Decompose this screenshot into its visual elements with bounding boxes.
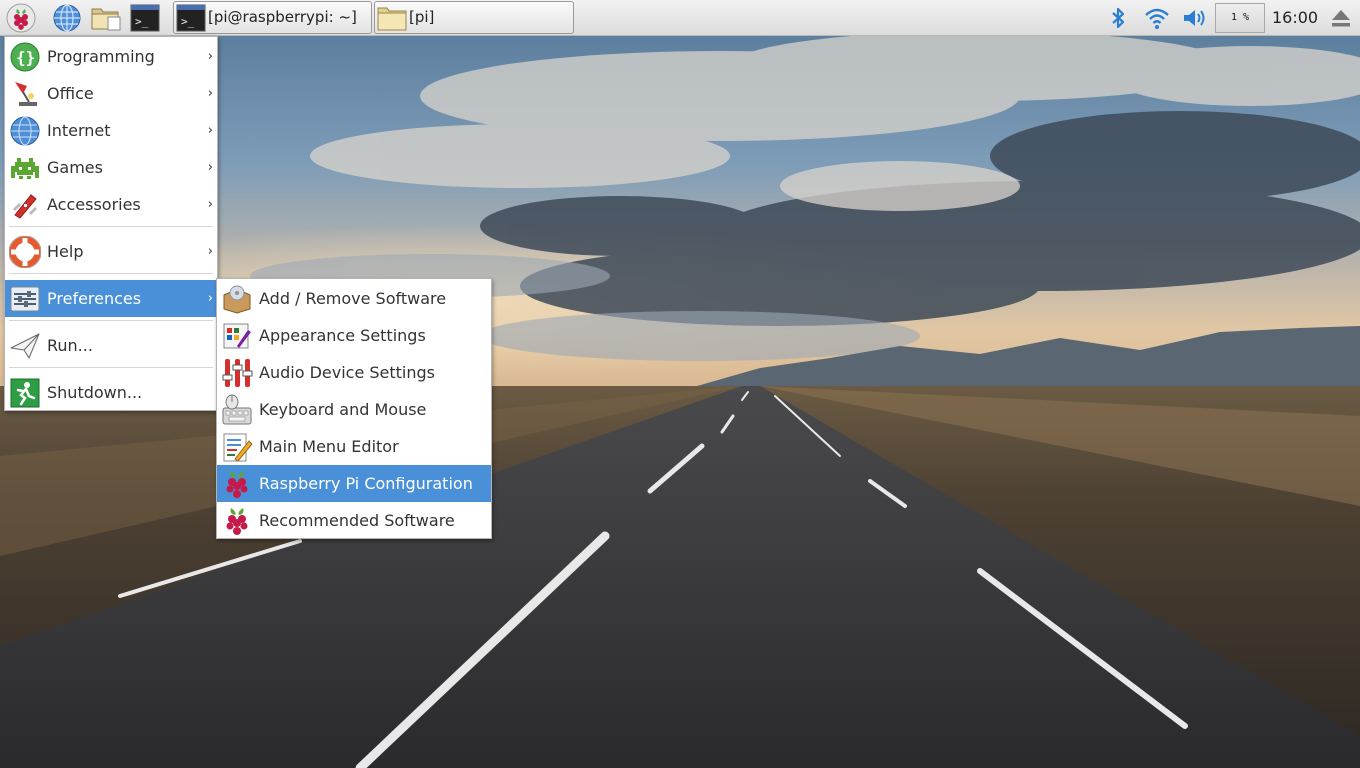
menu-item-run[interactable]: Run... xyxy=(5,327,217,364)
submenu-arrow-icon: › xyxy=(207,291,213,306)
web-browser-icon[interactable] xyxy=(52,3,82,33)
volume-icon[interactable] xyxy=(1181,5,1207,31)
menu-item-label: Shutdown... xyxy=(47,383,143,402)
raspberry-icon xyxy=(221,468,253,500)
task-label: [pi] xyxy=(409,8,435,26)
submenu-arrow-icon: › xyxy=(207,86,213,101)
cpu-usage-monitor[interactable]: 1 % xyxy=(1215,3,1265,33)
submenu-arrow-icon: › xyxy=(207,244,213,259)
menu-item-internet[interactable]: Internet › xyxy=(5,112,217,149)
menu-item-help[interactable]: Help › xyxy=(5,233,217,270)
raspberry-icon xyxy=(221,505,253,537)
svg-text:>_: >_ xyxy=(135,15,149,28)
taskbar: >_ >_ [pi@raspberrypi: ~] [pi] 1 % 16:00 xyxy=(0,0,1360,36)
help-icon xyxy=(8,235,42,269)
menu-item-label: Recommended Software xyxy=(259,511,455,530)
raspberry-menu-icon[interactable] xyxy=(6,3,36,33)
games-icon xyxy=(9,152,41,184)
menu-item-keyboard-and-mouse[interactable]: Keyboard and Mouse xyxy=(217,391,491,428)
menu-item-label: Appearance Settings xyxy=(259,326,426,345)
menu-separator xyxy=(9,273,213,274)
internet-icon xyxy=(9,115,41,147)
menu-item-preferences[interactable]: Preferences › xyxy=(5,280,217,317)
menu-item-label: Raspberry Pi Configuration xyxy=(259,474,473,493)
audio-mixer-icon xyxy=(221,357,253,389)
menu-separator xyxy=(9,367,213,368)
preferences-submenu: Add / Remove Software Appearance Setting… xyxy=(216,278,492,539)
menu-item-shutdown[interactable]: Shutdown... xyxy=(5,374,217,411)
menu-item-label: Add / Remove Software xyxy=(259,289,447,308)
svg-text:{}: {} xyxy=(16,48,35,67)
task-button-terminal[interactable]: >_ [pi@raspberrypi: ~] xyxy=(173,1,372,34)
menu-item-raspberry-pi-configuration[interactable]: Raspberry Pi Configuration xyxy=(217,465,491,502)
menu-item-label: Audio Device Settings xyxy=(259,363,435,382)
cpu-usage-value: 1 % xyxy=(1230,12,1250,23)
software-package-icon xyxy=(221,283,253,315)
menu-item-recommended-software[interactable]: Recommended Software xyxy=(217,502,491,539)
submenu-arrow-icon: › xyxy=(207,49,213,64)
programming-icon: {} xyxy=(9,41,41,73)
menu-item-label: Games xyxy=(47,158,103,177)
menu-editor-icon xyxy=(221,431,253,463)
accessories-icon xyxy=(9,189,41,221)
main-menu: {} Programming › Office › Internet › Gam… xyxy=(4,36,218,411)
menu-separator xyxy=(9,226,213,227)
menu-item-programming[interactable]: {} Programming › xyxy=(5,38,217,75)
menu-item-label: Help xyxy=(47,242,84,261)
bluetooth-icon[interactable] xyxy=(1105,5,1131,31)
submenu-arrow-icon: › xyxy=(207,197,213,212)
svg-text:>_: >_ xyxy=(181,15,195,28)
terminal-icon: >_ xyxy=(176,4,206,32)
folder-icon xyxy=(377,4,407,32)
menu-item-label: Accessories xyxy=(47,195,141,214)
terminal-icon[interactable]: >_ xyxy=(130,3,160,33)
run-icon xyxy=(9,330,41,362)
file-manager-icon[interactable] xyxy=(90,3,121,33)
keyboard-mouse-icon xyxy=(221,394,253,426)
menu-item-label: Internet xyxy=(47,121,111,140)
menu-item-label: Keyboard and Mouse xyxy=(259,400,427,419)
menu-item-label: Main Menu Editor xyxy=(259,437,399,456)
task-button-file-manager[interactable]: [pi] xyxy=(374,1,574,34)
menu-item-office[interactable]: Office › xyxy=(5,75,217,112)
office-icon xyxy=(9,78,41,110)
menu-item-label: Office xyxy=(47,84,94,103)
menu-item-audio-device-settings[interactable]: Audio Device Settings xyxy=(217,354,491,391)
wifi-icon[interactable] xyxy=(1143,5,1169,31)
menu-item-label: Preferences xyxy=(47,289,142,308)
shutdown-icon xyxy=(9,377,41,409)
menu-separator xyxy=(9,320,213,321)
menu-item-games[interactable]: Games › xyxy=(5,149,217,186)
menu-item-main-menu-editor[interactable]: Main Menu Editor xyxy=(217,428,491,465)
preferences-icon xyxy=(9,283,41,315)
menu-item-label: Run... xyxy=(47,336,93,355)
menu-item-accessories[interactable]: Accessories › xyxy=(5,186,217,223)
appearance-icon xyxy=(221,320,253,352)
menu-item-add-remove-software[interactable]: Add / Remove Software xyxy=(217,280,491,317)
menu-item-appearance-settings[interactable]: Appearance Settings xyxy=(217,317,491,354)
menu-item-label: Programming xyxy=(47,47,155,66)
eject-icon[interactable] xyxy=(1328,5,1354,31)
clock[interactable]: 16:00 xyxy=(1272,0,1318,36)
submenu-arrow-icon: › xyxy=(207,123,213,138)
submenu-arrow-icon: › xyxy=(207,160,213,175)
task-label: [pi@raspberrypi: ~] xyxy=(208,8,357,26)
